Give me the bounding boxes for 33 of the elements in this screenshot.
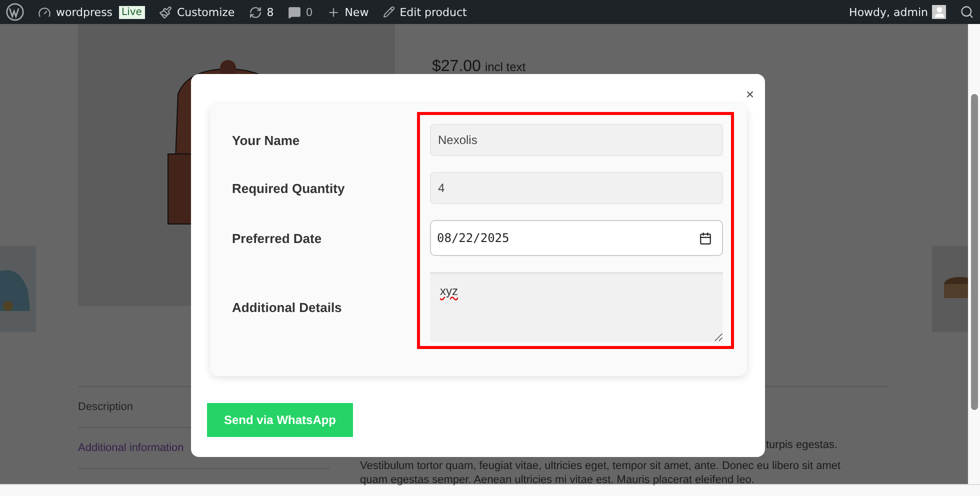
description-text: quam egestas semper. Aenean ultricies mi vitae est. Mauris placerat eleifend leo. — [360, 474, 756, 487]
product-price: $27.00 — [432, 58, 481, 76]
account-greeting[interactable]: Howdy, admin — [849, 6, 928, 18]
description-text: Vestibulum tortor quam, feugiat vitae, ultricies eget, tempor sit amet, ante. Donec eu libero sit amet — [360, 460, 841, 473]
field-label: Required Quantity — [232, 180, 346, 196]
text-input[interactable]: 4 — [430, 172, 723, 204]
description-text: turpis egestas. — [765, 439, 839, 452]
brush-icon[interactable] — [158, 6, 172, 18]
date-input[interactable]: 08/22/2025 — [430, 220, 723, 256]
price-suffix: incl text — [484, 60, 526, 74]
site-link[interactable]: wordpress — [38, 6, 113, 18]
new-link[interactable]: New — [326, 6, 369, 18]
wordpress-logo-icon[interactable] — [6, 3, 24, 21]
details-textarea[interactable]: xyz — [430, 272, 723, 342]
updates-link[interactable]: 8 — [248, 6, 274, 18]
plus-icon[interactable] — [326, 6, 340, 18]
field-label: Additional Details — [232, 300, 343, 314]
horizontal-scrollbar[interactable] — [0, 484, 980, 496]
field-label: Preferred Date — [232, 230, 323, 246]
calendar-icon[interactable] — [699, 232, 712, 244]
text-input[interactable]: Nexolis — [430, 124, 723, 156]
search-icon[interactable] — [960, 5, 974, 19]
pencil-icon[interactable] — [382, 6, 395, 18]
dashboard-icon[interactable] — [38, 6, 51, 18]
live-badge: Live — [118, 6, 145, 18]
scrollbar[interactable] — [968, 24, 980, 484]
comments-link[interactable]: 0 — [288, 6, 313, 18]
edit-product-link[interactable]: Edit product — [382, 6, 467, 18]
close-button[interactable]: × — [744, 86, 756, 102]
field-label: Your Name — [232, 132, 301, 148]
customize-link[interactable]: Customize — [158, 6, 235, 18]
refresh-icon[interactable] — [248, 6, 262, 18]
comment-icon[interactable] — [288, 6, 301, 18]
